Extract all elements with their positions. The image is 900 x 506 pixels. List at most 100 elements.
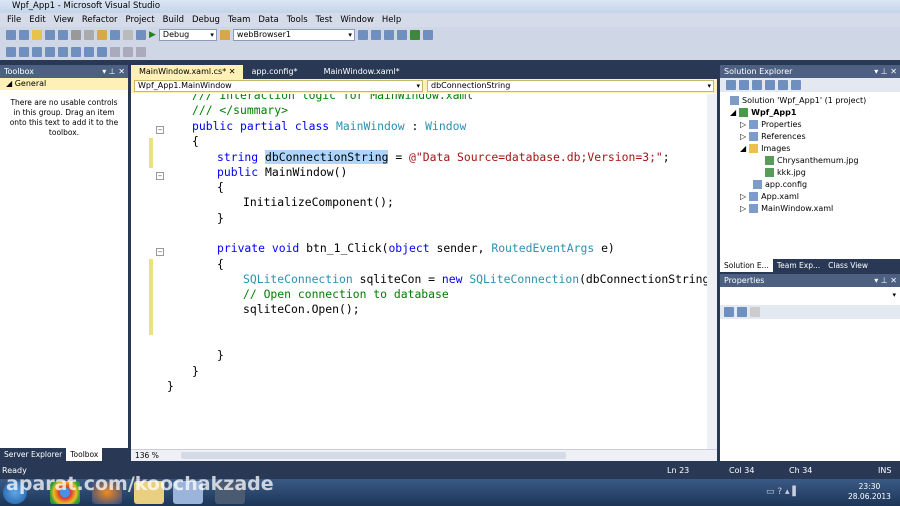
panel-controls-icon[interactable]: ▾ ⊥ ✕ bbox=[102, 65, 125, 78]
tree-app-xaml[interactable]: ▷ App.xaml bbox=[740, 192, 799, 201]
size-icon[interactable] bbox=[19, 46, 29, 57]
prev-bookmark-icon[interactable] bbox=[123, 46, 133, 57]
tray-icons[interactable]: ▭ ? ▴ ▌ bbox=[766, 487, 799, 497]
configuration-select[interactable]: Debug bbox=[158, 29, 217, 41]
member-dropdown[interactable]: dbConnectionString bbox=[427, 80, 714, 92]
undo-icon[interactable] bbox=[110, 30, 120, 40]
outdent-icon[interactable] bbox=[71, 46, 81, 57]
cut-icon[interactable] bbox=[71, 30, 81, 40]
menu-debug[interactable]: Debug bbox=[188, 13, 224, 27]
status-line: Ln 23 bbox=[667, 466, 690, 475]
start-debug-icon[interactable]: ▶ bbox=[149, 30, 156, 40]
tab-mainwindow-xaml[interactable]: MainWindow.xaml* bbox=[316, 65, 408, 79]
toolbox-panel: Toolbox ▾ ⊥ ✕ ◢ General There are no usab… bbox=[0, 65, 128, 461]
collapse-icon[interactable]: − bbox=[156, 126, 164, 134]
save-all-icon[interactable] bbox=[58, 30, 68, 40]
uncomment-icon[interactable] bbox=[97, 46, 107, 57]
code-area[interactable]: − − − /// Interaction logic for MainWind… bbox=[131, 94, 717, 449]
clock[interactable]: 23:30 28.06.2013 bbox=[848, 482, 891, 502]
zoom-level[interactable]: 136 % bbox=[135, 450, 159, 461]
panel-controls-icon[interactable]: ▾ ⊥ ✕ bbox=[874, 65, 897, 78]
show-all-files-icon[interactable] bbox=[739, 80, 749, 90]
refresh-icon[interactable] bbox=[752, 80, 762, 90]
menu-file[interactable]: File bbox=[3, 13, 25, 27]
spacing-icon[interactable] bbox=[32, 46, 42, 57]
save-icon[interactable] bbox=[45, 30, 55, 40]
tree-properties[interactable]: ▷ Properties bbox=[740, 120, 802, 129]
new-project-icon[interactable] bbox=[6, 30, 16, 40]
close-tab-icon[interactable]: ✕ bbox=[229, 67, 236, 76]
redo-icon[interactable] bbox=[123, 30, 133, 40]
collapse-icon[interactable]: − bbox=[156, 172, 164, 180]
horizontal-scrollbar[interactable]: 136 % bbox=[131, 449, 717, 461]
menu-edit[interactable]: Edit bbox=[25, 13, 49, 27]
collapse-icon[interactable]: − bbox=[156, 248, 164, 256]
class-dropdown[interactable]: Wpf_App1.MainWindow bbox=[134, 80, 423, 92]
solution-explorer-header: Solution Explorer ▾ ⊥ ✕ bbox=[720, 65, 900, 78]
properties-icon[interactable] bbox=[726, 80, 736, 90]
add-item-icon[interactable] bbox=[19, 30, 29, 40]
vertical-scrollbar[interactable] bbox=[707, 94, 717, 449]
menu-data[interactable]: Data bbox=[254, 13, 282, 27]
solution-explorer-icon[interactable] bbox=[357, 30, 368, 40]
toolbox-title: Toolbox bbox=[4, 67, 34, 76]
find-combo[interactable]: webBrowser1 bbox=[232, 29, 355, 41]
alphabetical-icon[interactable] bbox=[737, 307, 747, 317]
menu-view[interactable]: View bbox=[50, 13, 78, 27]
tab-class-view[interactable]: Class View bbox=[824, 259, 872, 272]
align-icon[interactable] bbox=[6, 46, 16, 57]
object-browser-icon[interactable] bbox=[383, 30, 394, 40]
properties-folder-icon bbox=[749, 120, 759, 129]
properties-panel: Properties ▾ ⊥ ✕ bbox=[720, 274, 900, 461]
tab-server-explorer[interactable]: Server Explorer bbox=[0, 448, 66, 461]
tab-mainwindow-xaml-cs[interactable]: MainWindow.xaml.cs* ✕ bbox=[131, 65, 244, 79]
menu-build[interactable]: Build bbox=[159, 13, 188, 27]
menu-refactor[interactable]: Refactor bbox=[78, 13, 122, 27]
class-diagram-icon[interactable] bbox=[791, 80, 801, 90]
copy-icon[interactable] bbox=[84, 30, 94, 40]
view-code-icon[interactable] bbox=[765, 80, 775, 90]
document-tabs: MainWindow.xaml.cs* ✕ app.config* MainWi… bbox=[131, 65, 717, 79]
next-bookmark-icon[interactable] bbox=[136, 46, 146, 57]
view-designer-icon[interactable] bbox=[778, 80, 788, 90]
find-icon[interactable] bbox=[219, 30, 230, 40]
tab-solution-explorer[interactable]: Solution E... bbox=[720, 259, 773, 272]
tree-project[interactable]: ◢ Wpf_App1 bbox=[730, 108, 796, 117]
menu-window[interactable]: Window bbox=[336, 13, 378, 27]
tree-kkk[interactable]: kkk.jpg bbox=[765, 168, 806, 177]
menu-project[interactable]: Project bbox=[122, 13, 159, 27]
toolbox-group-general[interactable]: ◢ General bbox=[0, 78, 128, 90]
menu-test[interactable]: Test bbox=[312, 13, 337, 27]
tree-mainwindow-xaml[interactable]: ▷ MainWindow.xaml bbox=[740, 204, 833, 213]
font-icon[interactable] bbox=[45, 46, 55, 57]
tree-images[interactable]: ◢ Images bbox=[740, 144, 790, 153]
categorized-icon[interactable] bbox=[724, 307, 734, 317]
tree-solution[interactable]: Solution 'Wpf_App1' (1 project) bbox=[730, 96, 866, 105]
tree-app-config[interactable]: app.config bbox=[753, 180, 807, 189]
bookmark-icon[interactable] bbox=[110, 46, 120, 57]
start-page-icon[interactable] bbox=[409, 30, 420, 40]
scroll-thumb[interactable] bbox=[181, 452, 566, 459]
code-line: public partial class MainWindow : Window bbox=[192, 119, 467, 133]
indent-icon[interactable] bbox=[58, 46, 68, 57]
property-pages-icon[interactable] bbox=[750, 307, 760, 317]
object-select[interactable] bbox=[722, 290, 898, 302]
panel-controls-icon[interactable]: ▾ ⊥ ✕ bbox=[874, 274, 897, 287]
tab-team-explorer[interactable]: Team Exp... bbox=[773, 259, 824, 272]
toolbox-icon[interactable] bbox=[396, 30, 407, 40]
menu-team[interactable]: Team bbox=[224, 13, 254, 27]
properties-icon[interactable] bbox=[370, 30, 381, 40]
tree-chrysanthemum[interactable]: Chrysanthemum.jpg bbox=[765, 156, 859, 165]
image-file-icon bbox=[765, 168, 774, 177]
status-char: Ch 34 bbox=[789, 466, 813, 475]
tab-toolbox[interactable]: Toolbox bbox=[66, 448, 103, 461]
open-icon[interactable] bbox=[32, 30, 42, 40]
tab-app-config[interactable]: app.config* bbox=[243, 65, 305, 79]
comment-icon[interactable] bbox=[84, 46, 94, 57]
tree-references[interactable]: ▷ References bbox=[740, 132, 806, 141]
menu-tools[interactable]: Tools bbox=[283, 13, 312, 27]
navigate-icon[interactable] bbox=[136, 30, 146, 40]
paste-icon[interactable] bbox=[97, 30, 107, 40]
extension-icon[interactable] bbox=[422, 30, 433, 40]
menu-help[interactable]: Help bbox=[378, 13, 405, 27]
